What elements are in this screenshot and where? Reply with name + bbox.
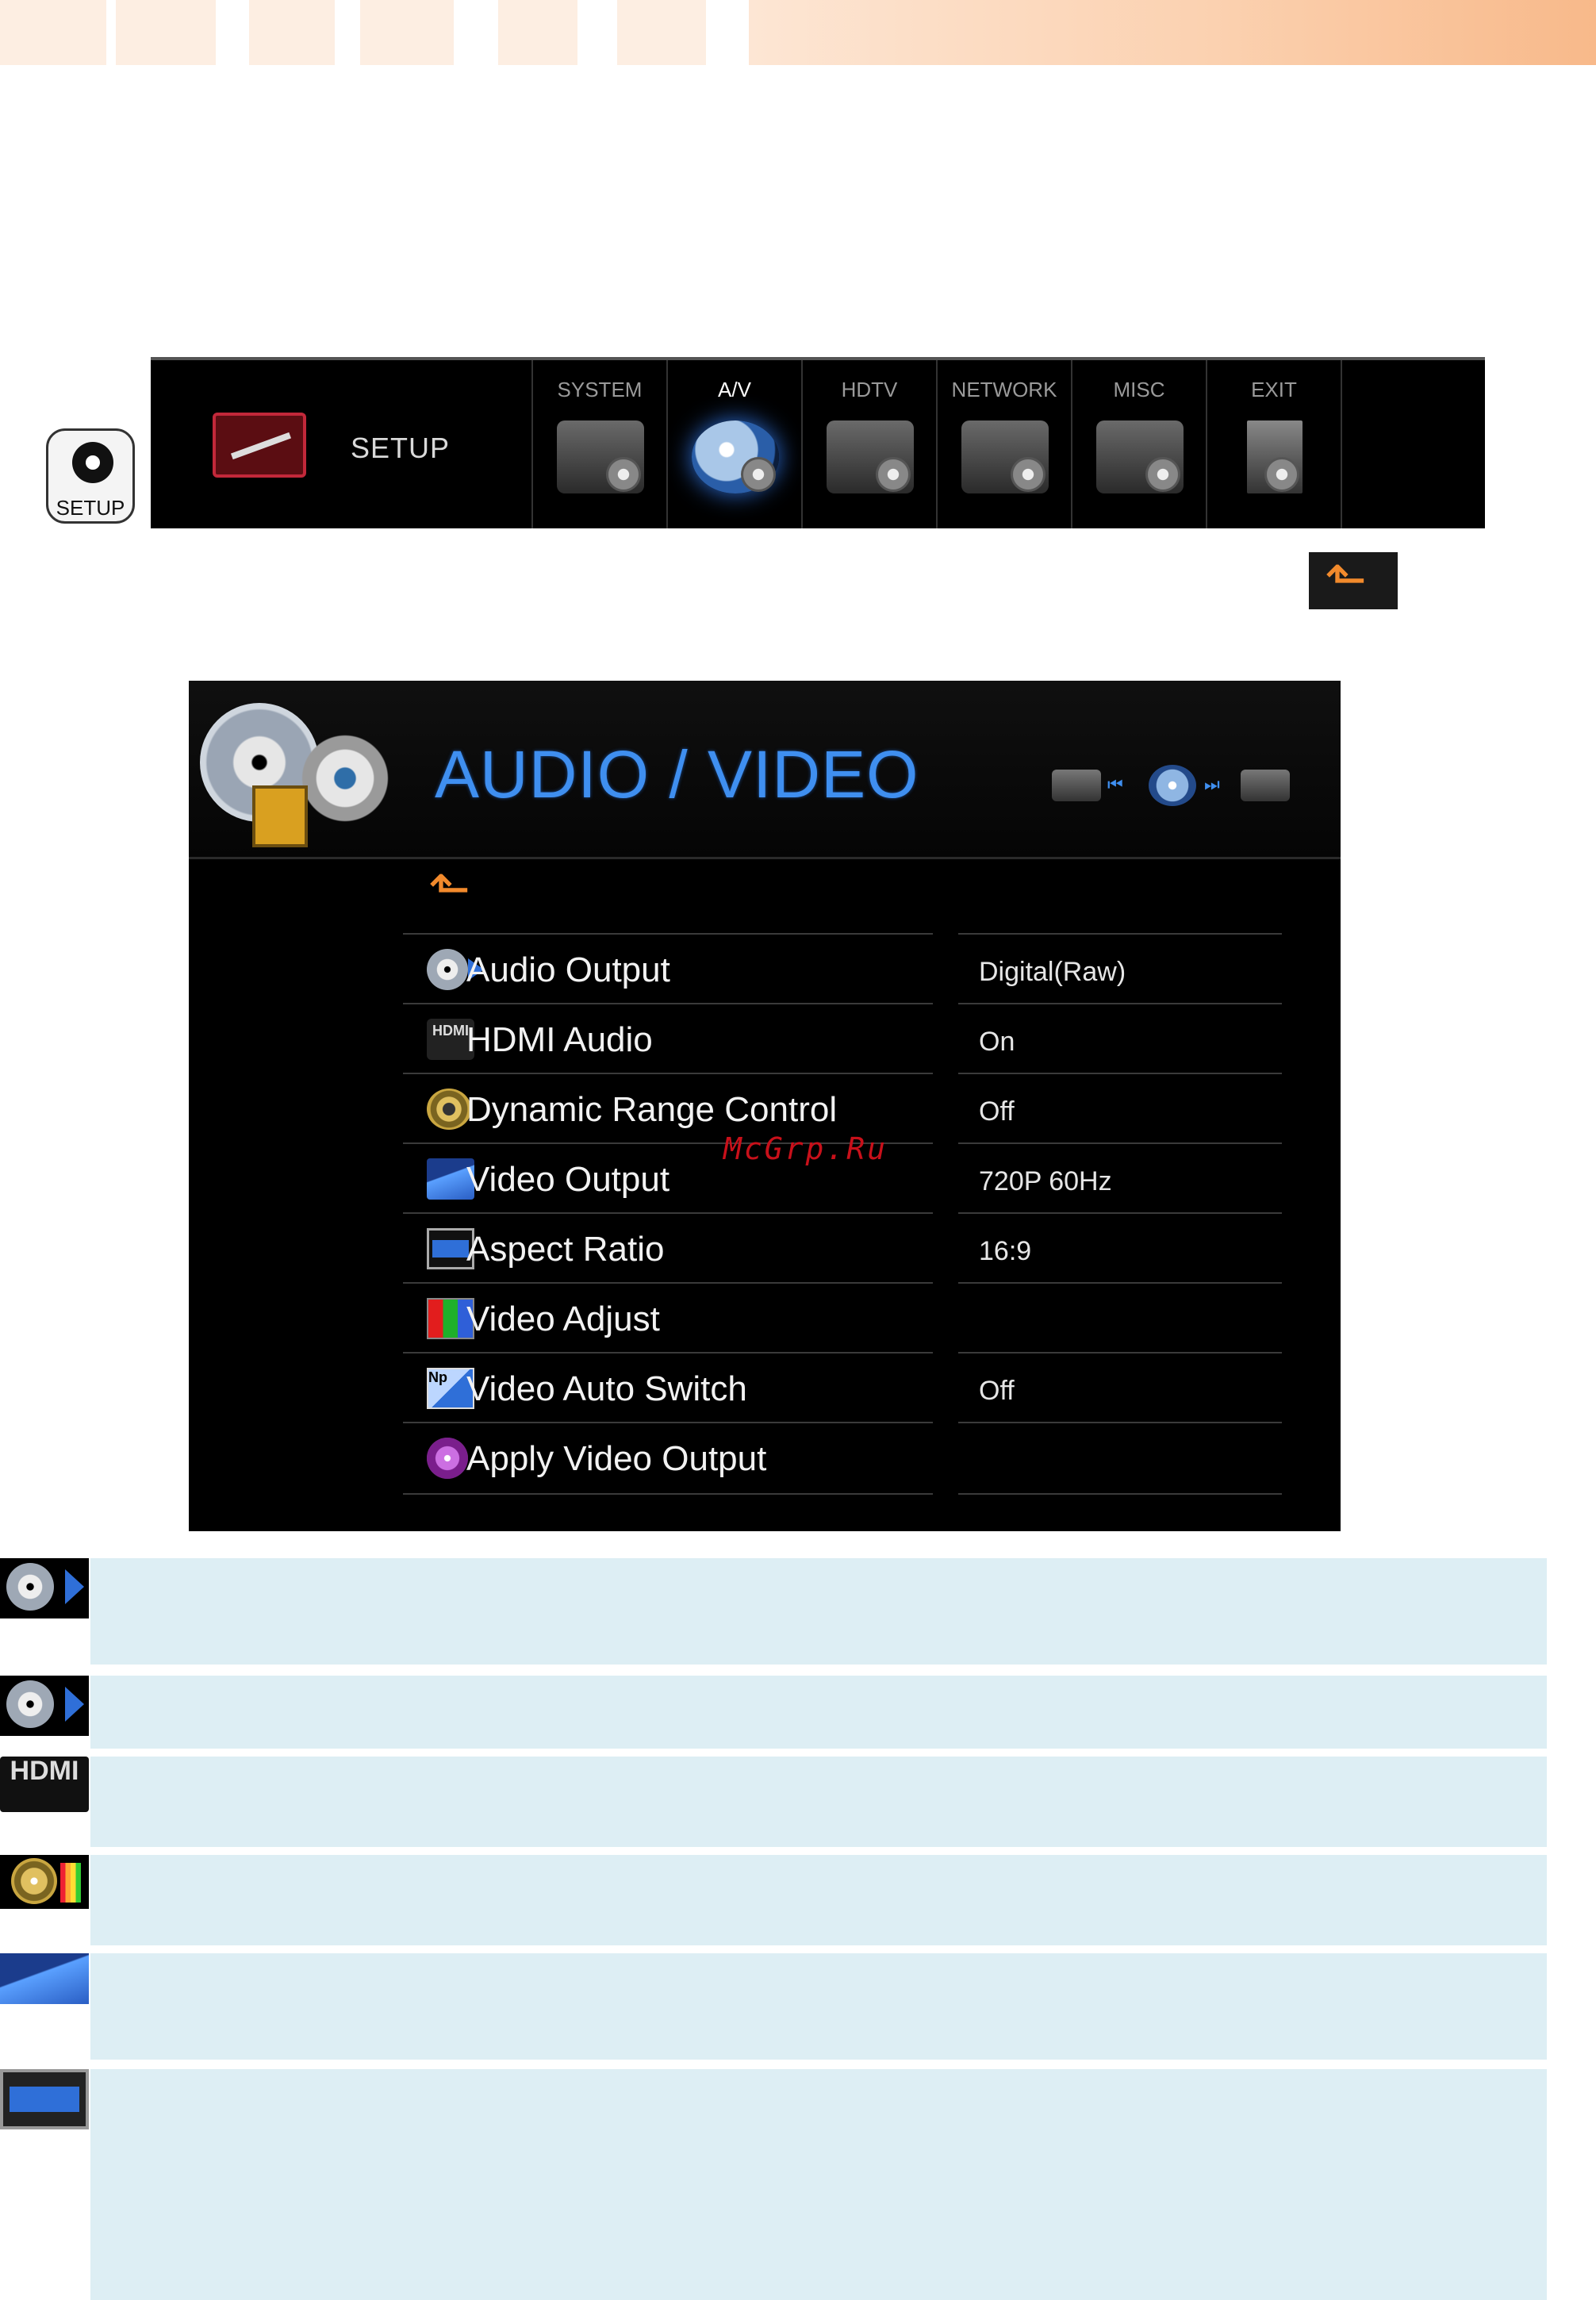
row-value: On [979, 1027, 1015, 1057]
menu-row-apply-video-output[interactable]: Apply Video Output [403, 1422, 1470, 1495]
tab-hdtv[interactable]: HDTV [801, 360, 936, 528]
hdmi-icon: HDMI [0, 1757, 89, 1812]
remote-setup-label: SETUP [56, 496, 125, 520]
tab-label: HDTV [841, 378, 898, 401]
tab-label: EXIT [1251, 378, 1297, 401]
av-disc-icon [692, 420, 779, 493]
speaker-icon [0, 1855, 89, 1909]
back-arrow-icon: ⬑ [1325, 551, 1368, 608]
note-row-hdmi-audio [90, 1757, 1547, 1847]
setup-wrench-icon [213, 413, 306, 478]
row-value: Off [979, 1376, 1015, 1406]
aspect-screen-icon [0, 2069, 89, 2129]
disc-arrow-icon [0, 1676, 89, 1736]
hdtv-gear-icon [827, 420, 914, 493]
film-reel-icon [427, 1438, 468, 1479]
system-gear-icon [557, 420, 644, 493]
disc-arrow-icon [427, 949, 468, 990]
menu-row-dynamic-range-control[interactable]: Dynamic Range Control Off [403, 1073, 1470, 1142]
mini-nav: ⏮ ⏭ [1052, 765, 1290, 812]
speaker-icon [427, 1089, 471, 1130]
row-label: Dynamic Range Control [466, 1090, 838, 1129]
menu-row-aspect-ratio[interactable]: Aspect Ratio 16:9 [403, 1212, 1470, 1282]
note-row-dynamic-range-control [90, 1855, 1547, 1945]
setup-title: SETUP [351, 432, 451, 464]
row-label: Video Output [466, 1160, 670, 1199]
note-row-audio-output-2 [90, 1676, 1547, 1749]
gear-icon [300, 733, 390, 824]
tab-label: A/V [718, 378, 751, 401]
system-gear-icon[interactable] [1052, 770, 1101, 801]
row-label: Video Adjust [466, 1300, 660, 1338]
tab-misc[interactable]: MISC [1071, 360, 1206, 528]
audio-video-panel: AUDIO / VIDEO ⏮ ⏭ ⬑ Audio Output Digital… [189, 681, 1341, 1531]
note-row-video-output [90, 1953, 1547, 2060]
gear-icon [72, 442, 113, 483]
back-button[interactable]: ⬑ [1309, 552, 1398, 609]
film-icon [252, 785, 308, 847]
page-title: AUDIO / VIDEO [435, 737, 919, 812]
tab-label: SYSTEM [557, 378, 643, 401]
tab-system[interactable]: SYSTEM [531, 360, 666, 528]
remote-setup-key[interactable]: SETUP [46, 428, 135, 524]
av-disc-icon [1149, 765, 1196, 806]
panel-header: AUDIO / VIDEO ⏮ ⏭ [189, 681, 1341, 859]
tab-network[interactable]: NETWORK [936, 360, 1071, 528]
misc-gear-icon [1096, 420, 1184, 493]
row-value: Digital(Raw) [979, 957, 1126, 987]
row-label: HDMI Audio [466, 1020, 653, 1059]
hdtv-gear-icon[interactable] [1241, 770, 1290, 801]
menu-row-audio-output[interactable]: Audio Output Digital(Raw) [403, 933, 1470, 1003]
tab-label: MISC [1113, 378, 1165, 401]
menu-row-video-output[interactable]: Video Output 720P 60Hz [403, 1142, 1470, 1212]
setup-menu-bar: SETUP SYSTEM A/V HDTV NETWORK MISC EXIT [151, 357, 1485, 528]
row-label: Aspect Ratio [466, 1230, 665, 1269]
back-button[interactable]: ⬑ [412, 862, 492, 925]
menu-row-hdmi-audio[interactable]: HDMI HDMI Audio On [403, 1003, 1470, 1073]
row-value: Off [979, 1096, 1015, 1127]
note-row-aspect-ratio [90, 2069, 1547, 2300]
menu-row-video-auto-switch[interactable]: Np Video Auto Switch Off [403, 1352, 1470, 1422]
row-value: 16:9 [979, 1236, 1032, 1266]
tab-av[interactable]: A/V [666, 360, 801, 528]
next-icon: ⏭ [1204, 774, 1220, 794]
back-arrow-icon: ⬑ [428, 860, 471, 917]
row-label: Audio Output [466, 950, 670, 989]
video-screen-icon [0, 1953, 89, 2004]
row-value: 720P 60Hz [979, 1166, 1112, 1196]
note-row-audio-output [90, 1558, 1547, 1665]
top-decorative-band [0, 0, 1596, 65]
watermark: McGrp.Ru [723, 1131, 888, 1166]
network-gear-icon [961, 420, 1049, 493]
tab-label: NETWORK [951, 378, 1057, 401]
disc-arrow-icon [0, 1558, 89, 1618]
menu-row-video-adjust[interactable]: Video Adjust [403, 1282, 1470, 1352]
exit-door-icon [1247, 420, 1303, 493]
prev-icon: ⏮ [1107, 774, 1123, 794]
row-label: Apply Video Output [466, 1439, 767, 1478]
row-label: Video Auto Switch [466, 1369, 747, 1408]
tab-exit[interactable]: EXIT [1206, 360, 1342, 528]
